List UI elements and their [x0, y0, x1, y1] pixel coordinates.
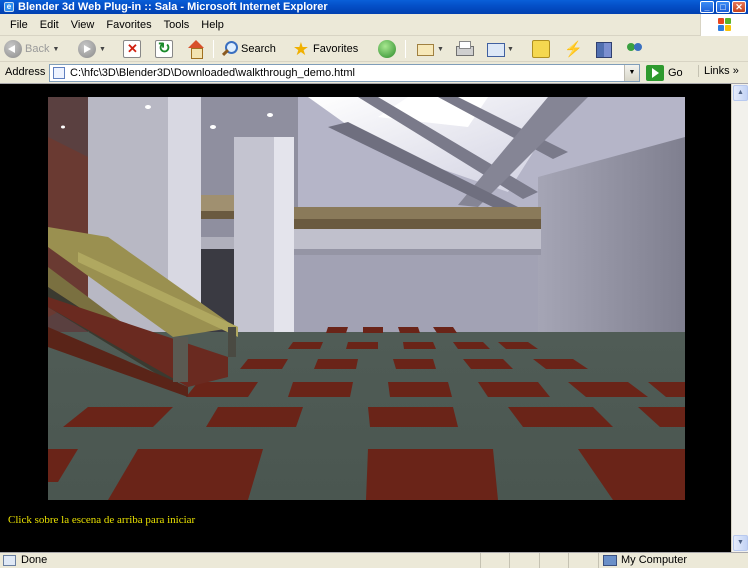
- forward-arrow-icon: [78, 40, 96, 58]
- interior-scene-render: [48, 97, 685, 500]
- favorites-star-icon: ★: [292, 39, 310, 59]
- mail-dropdown-icon[interactable]: ▼: [437, 46, 444, 53]
- refresh-icon[interactable]: [155, 39, 173, 58]
- go-arrow-icon: [646, 65, 664, 81]
- forward-button[interactable]: ▼: [78, 39, 106, 59]
- windows-flag-icon: [718, 18, 732, 32]
- back-dropdown-icon[interactable]: ▼: [52, 46, 59, 53]
- page-done-icon: [3, 555, 16, 566]
- book-icon[interactable]: [594, 40, 612, 58]
- back-label: Back: [25, 43, 50, 55]
- address-input[interactable]: C:\hfc\3D\Blender3D\Downloaded\walkthrou…: [49, 64, 640, 82]
- window-title: Blender 3d Web Plug-in :: Sala - Microso…: [18, 1, 328, 13]
- edit-dropdown-icon[interactable]: ▼: [507, 46, 514, 53]
- media-icon[interactable]: [378, 40, 396, 58]
- close-button[interactable]: ✕: [732, 1, 746, 13]
- favorites-button[interactable]: ★ Favorites: [292, 39, 358, 59]
- menu-edit[interactable]: Edit: [34, 18, 65, 32]
- forward-dropdown-icon[interactable]: ▼: [99, 46, 106, 53]
- go-button[interactable]: Go: [646, 65, 683, 81]
- minimize-button[interactable]: _: [700, 1, 714, 13]
- status-pane: [567, 553, 597, 568]
- back-arrow-icon: [4, 40, 22, 58]
- standard-toolbar: Back ▼ ▼ Search ★ Favorites ▼ ▼: [0, 36, 748, 62]
- toolbar-separator: [405, 40, 406, 58]
- home-icon[interactable]: [187, 40, 205, 59]
- menu-file[interactable]: File: [4, 18, 34, 32]
- back-button[interactable]: Back ▼: [4, 39, 59, 59]
- print-icon[interactable]: [455, 40, 474, 58]
- links-label: Links: [704, 65, 730, 77]
- research-icon[interactable]: [562, 40, 583, 58]
- go-label: Go: [668, 67, 683, 79]
- status-text: Done: [21, 554, 48, 566]
- menu-tools[interactable]: Tools: [158, 18, 196, 32]
- chevron-right-icon: »: [732, 65, 739, 77]
- status-pane: [480, 553, 509, 568]
- security-zone: My Computer: [598, 553, 748, 568]
- page-icon: [53, 67, 65, 79]
- blender-3d-scene[interactable]: [48, 97, 685, 500]
- zone-label: My Computer: [621, 554, 688, 566]
- computer-icon: [603, 555, 617, 566]
- maximize-button[interactable]: □: [716, 1, 730, 13]
- favorites-label: Favorites: [313, 43, 359, 55]
- status-bar: Done My Computer: [0, 552, 748, 568]
- mail-button[interactable]: ▼: [416, 39, 444, 59]
- menu-view[interactable]: View: [65, 18, 101, 32]
- menu-help[interactable]: Help: [195, 18, 230, 32]
- edit-icon: [486, 40, 505, 58]
- address-label: Address: [5, 66, 46, 78]
- ie-icon: e: [4, 2, 14, 12]
- address-url[interactable]: C:\hfc\3D\Blender3D\Downloaded\walkthrou…: [70, 67, 355, 79]
- scroll-up-icon[interactable]: ▲: [733, 85, 748, 101]
- messenger-icon[interactable]: [626, 40, 644, 58]
- mail-icon: [416, 40, 434, 58]
- menu-bar: File Edit View Favorites Tools Help: [0, 14, 748, 36]
- title-bar[interactable]: e Blender 3d Web Plug-in :: Sala - Micro…: [0, 0, 748, 14]
- search-label: Search: [241, 43, 276, 55]
- vertical-scrollbar[interactable]: ▲ ▼: [731, 84, 748, 552]
- status-pane: [538, 553, 568, 568]
- search-button[interactable]: Search: [220, 39, 276, 59]
- search-icon: [220, 40, 238, 58]
- status-panes: [480, 553, 597, 568]
- scroll-down-icon[interactable]: ▼: [733, 535, 748, 551]
- windows-logo: [700, 14, 748, 36]
- address-bar: Address C:\hfc\3D\Blender3D\Downloaded\w…: [0, 62, 748, 84]
- toolbar-separator: [213, 40, 214, 58]
- page-content: Click sobre la escena de arriba para ini…: [0, 84, 731, 552]
- links-button[interactable]: Links »: [698, 65, 739, 77]
- menu-favorites[interactable]: Favorites: [100, 18, 157, 32]
- discuss-icon[interactable]: [532, 40, 550, 58]
- edit-button[interactable]: ▼: [486, 39, 514, 59]
- status-pane: [509, 553, 538, 568]
- start-instruction-text: Click sobre la escena de arriba para ini…: [8, 514, 196, 526]
- stop-icon[interactable]: [123, 40, 141, 58]
- address-dropdown-icon[interactable]: ▼: [624, 65, 639, 81]
- window-controls: _ □ ✕: [700, 1, 746, 13]
